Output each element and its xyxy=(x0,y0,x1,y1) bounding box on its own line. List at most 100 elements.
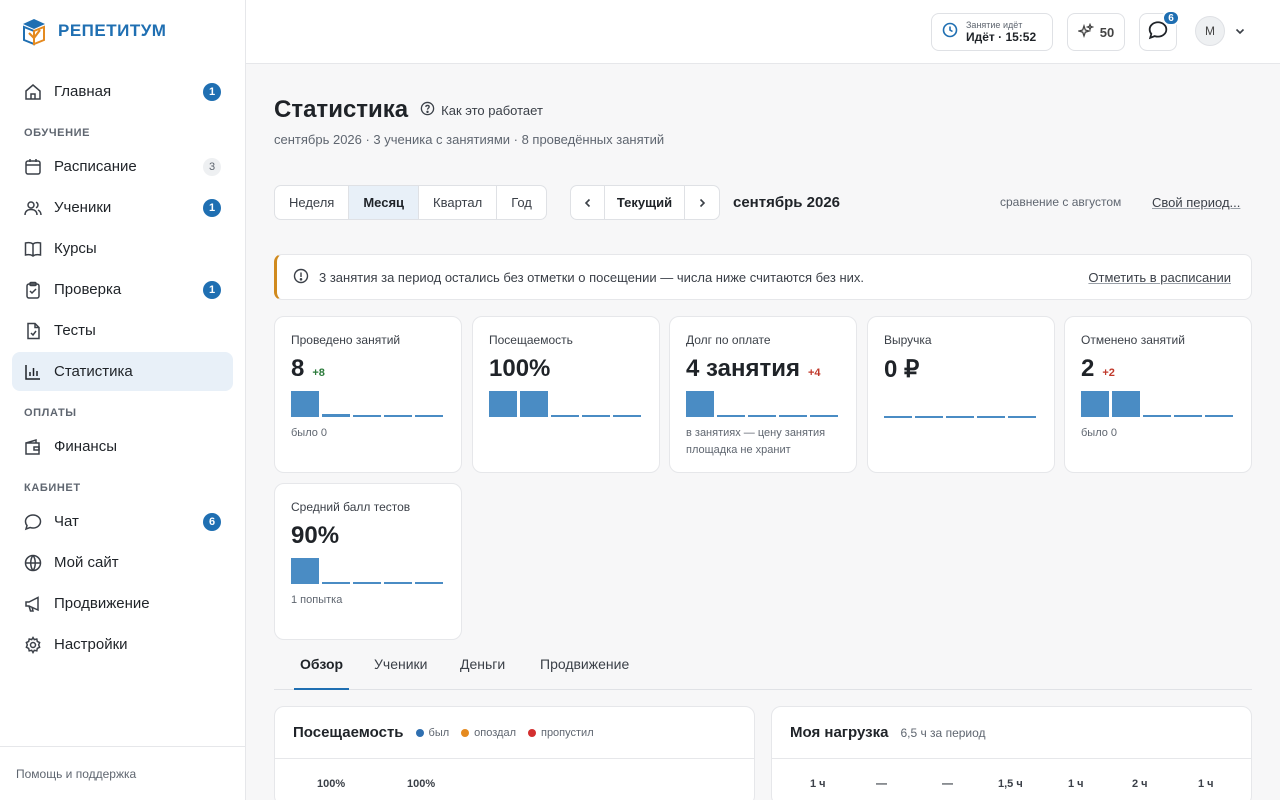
points-button[interactable]: 50 xyxy=(1067,13,1125,51)
chart-icon xyxy=(24,363,42,381)
value-label: 2 ч xyxy=(1132,778,1148,790)
panel-title: Посещаемость xyxy=(293,724,404,741)
sparkline-bar xyxy=(415,582,443,584)
count-badge: 1 xyxy=(203,82,221,101)
legend-item: был xyxy=(415,727,449,739)
sidebar-item-label: Главная xyxy=(54,83,112,100)
sparkline xyxy=(884,392,1038,418)
range-week[interactable]: Неделя xyxy=(275,186,350,219)
sidebar-item-schedule[interactable]: Расписание 3 xyxy=(12,147,233,186)
sparkline-bar xyxy=(384,415,412,417)
gear-icon xyxy=(24,635,42,654)
kpi-note: 1 попытка xyxy=(291,594,343,606)
legend-item: пропустил xyxy=(527,727,594,739)
range-quarter[interactable]: Квартал xyxy=(419,186,498,219)
clock-icon xyxy=(942,22,958,43)
help-link[interactable]: Помощь и поддержка xyxy=(0,746,245,800)
sidebar-item-statistics[interactable]: Статистика xyxy=(12,352,233,391)
attendance-values: 100% 100% xyxy=(275,759,754,800)
sparkle-icon xyxy=(1076,22,1095,42)
sidebar-item-tests[interactable]: Тесты xyxy=(12,311,233,350)
chevron-down-icon[interactable] xyxy=(1234,24,1246,42)
calendar-icon xyxy=(24,158,42,176)
clipboard-icon xyxy=(24,281,42,299)
sidebar-item-label: Мой сайт xyxy=(54,554,119,571)
kpi-delta: +4 xyxy=(808,367,821,379)
attendance-panel: Посещаемость был опоздал пропустил 100% … xyxy=(274,706,755,800)
sidebar-item-review[interactable]: Проверка 1 xyxy=(12,270,233,309)
kpi-value-row: 0 ₽ xyxy=(884,355,1038,384)
brand-logo[interactable]: РЕПЕТИТУМ xyxy=(20,16,166,46)
kpi-card: Выручка 0 ₽ xyxy=(867,316,1055,473)
comparison-label: сравнение с августом xyxy=(1000,195,1122,209)
sidebar-item-home[interactable]: Главная 1 xyxy=(12,72,233,111)
kpi-value-row: 8 +8 xyxy=(291,355,445,383)
globe-icon xyxy=(24,554,42,572)
sparkline-bar xyxy=(1205,415,1233,417)
workload-panel: Моя нагрузка 6,5 ч за период 1 ч — — 1,5… xyxy=(771,706,1252,800)
kpi-label: Отменено занятий xyxy=(1081,333,1185,347)
current-lesson-button[interactable]: Занятие идёт Идёт · 15:52 xyxy=(931,13,1053,51)
sidebar-item-label: Чат xyxy=(54,513,79,530)
sparkline-bar xyxy=(291,391,319,417)
sidebar-item-my-site[interactable]: Мой сайт xyxy=(12,543,233,582)
sparkline-bar xyxy=(810,415,838,417)
kpi-label: Выручка xyxy=(884,333,932,347)
kpi-value-row: 4 занятия +4 xyxy=(686,355,840,383)
value-label: 1 ч xyxy=(1068,778,1084,790)
value-label: 1 ч xyxy=(1198,778,1214,790)
sparkline-bar xyxy=(582,415,610,417)
tab-overview[interactable]: Обзор xyxy=(294,645,350,690)
section-heading: КАБИНЕТ xyxy=(24,482,81,494)
workload-values: 1 ч — — 1,5 ч 1 ч 2 ч 1 ч xyxy=(772,759,1251,800)
kpi-label: Проведено занятий xyxy=(291,333,401,347)
legend-item: опоздал xyxy=(461,727,516,739)
period-controls: Неделя Месяц Квартал Год Текущий сентябр… xyxy=(274,185,1252,220)
kpi-note: было 0 xyxy=(291,427,328,439)
kpi-card: Долг по оплате 4 занятия +4 в занятиях — це… xyxy=(669,316,857,473)
points-value: 50 xyxy=(1099,24,1115,40)
sidebar-item-chat[interactable]: Чат 6 xyxy=(12,502,233,541)
custom-period-link[interactable]: Свой период... xyxy=(1152,195,1240,210)
sidebar-item-promotion[interactable]: Продвижение xyxy=(12,584,233,623)
sparkline-bar xyxy=(748,415,776,417)
chevron-left-icon[interactable] xyxy=(571,186,605,219)
kpi-value: 0 ₽ xyxy=(884,356,920,383)
range-year[interactable]: Год xyxy=(497,186,546,219)
messages-button[interactable]: 6 xyxy=(1139,10,1180,51)
sparkline-bar xyxy=(353,415,381,417)
kpi-card: Средний балл тестов 90% 1 попытка xyxy=(274,483,462,640)
value-label: 100% xyxy=(317,778,346,790)
section-heading: ОПЛАТЫ xyxy=(24,407,77,419)
messages-badge: 6 xyxy=(1162,10,1180,26)
value-label: 1,5 ч xyxy=(998,778,1023,790)
sidebar-item-courses[interactable]: Курсы xyxy=(12,229,233,268)
sidebar: РЕПЕТИТУМ Главная 1 ОБУЧЕНИЕ Расписание … xyxy=(0,0,246,800)
range-selector: Неделя Месяц Квартал Год xyxy=(274,185,547,220)
current-period-button[interactable]: Текущий xyxy=(605,186,685,219)
chevron-right-icon[interactable] xyxy=(685,186,719,219)
megaphone-icon xyxy=(24,595,42,613)
sparkline-bar xyxy=(1081,391,1109,417)
sidebar-item-students[interactable]: Ученики 1 xyxy=(12,188,233,227)
sparkline-bar xyxy=(946,416,974,418)
kpi-value-row: 90% xyxy=(291,522,445,550)
sidebar-item-label: Ученики xyxy=(54,199,112,216)
range-month[interactable]: Месяц xyxy=(349,186,420,219)
home-icon xyxy=(24,83,42,101)
kpi-delta: +8 xyxy=(312,367,325,379)
tab-money[interactable]: Деньги xyxy=(454,645,511,690)
sparkline xyxy=(291,558,445,584)
sparkline-bar xyxy=(291,558,319,584)
mark-in-schedule-link[interactable]: Отметить в расписании xyxy=(1088,270,1231,285)
sidebar-item-finance[interactable]: Финансы xyxy=(12,427,233,466)
tab-students[interactable]: Ученики xyxy=(368,645,433,690)
sidebar-item-settings[interactable]: Настройки xyxy=(12,625,233,664)
period-label: сентябрь 2026 xyxy=(733,194,841,211)
tab-promotion[interactable]: Продвижение xyxy=(534,645,635,690)
how-it-works-link[interactable]: Как это работает xyxy=(420,101,543,119)
sidebar-nav: Главная 1 ОБУЧЕНИЕ Расписание 3 Ученики … xyxy=(12,72,233,666)
avatar[interactable]: М xyxy=(1195,16,1225,46)
value-label: — xyxy=(876,778,887,790)
kpi-label: Долг по оплате xyxy=(686,333,771,347)
